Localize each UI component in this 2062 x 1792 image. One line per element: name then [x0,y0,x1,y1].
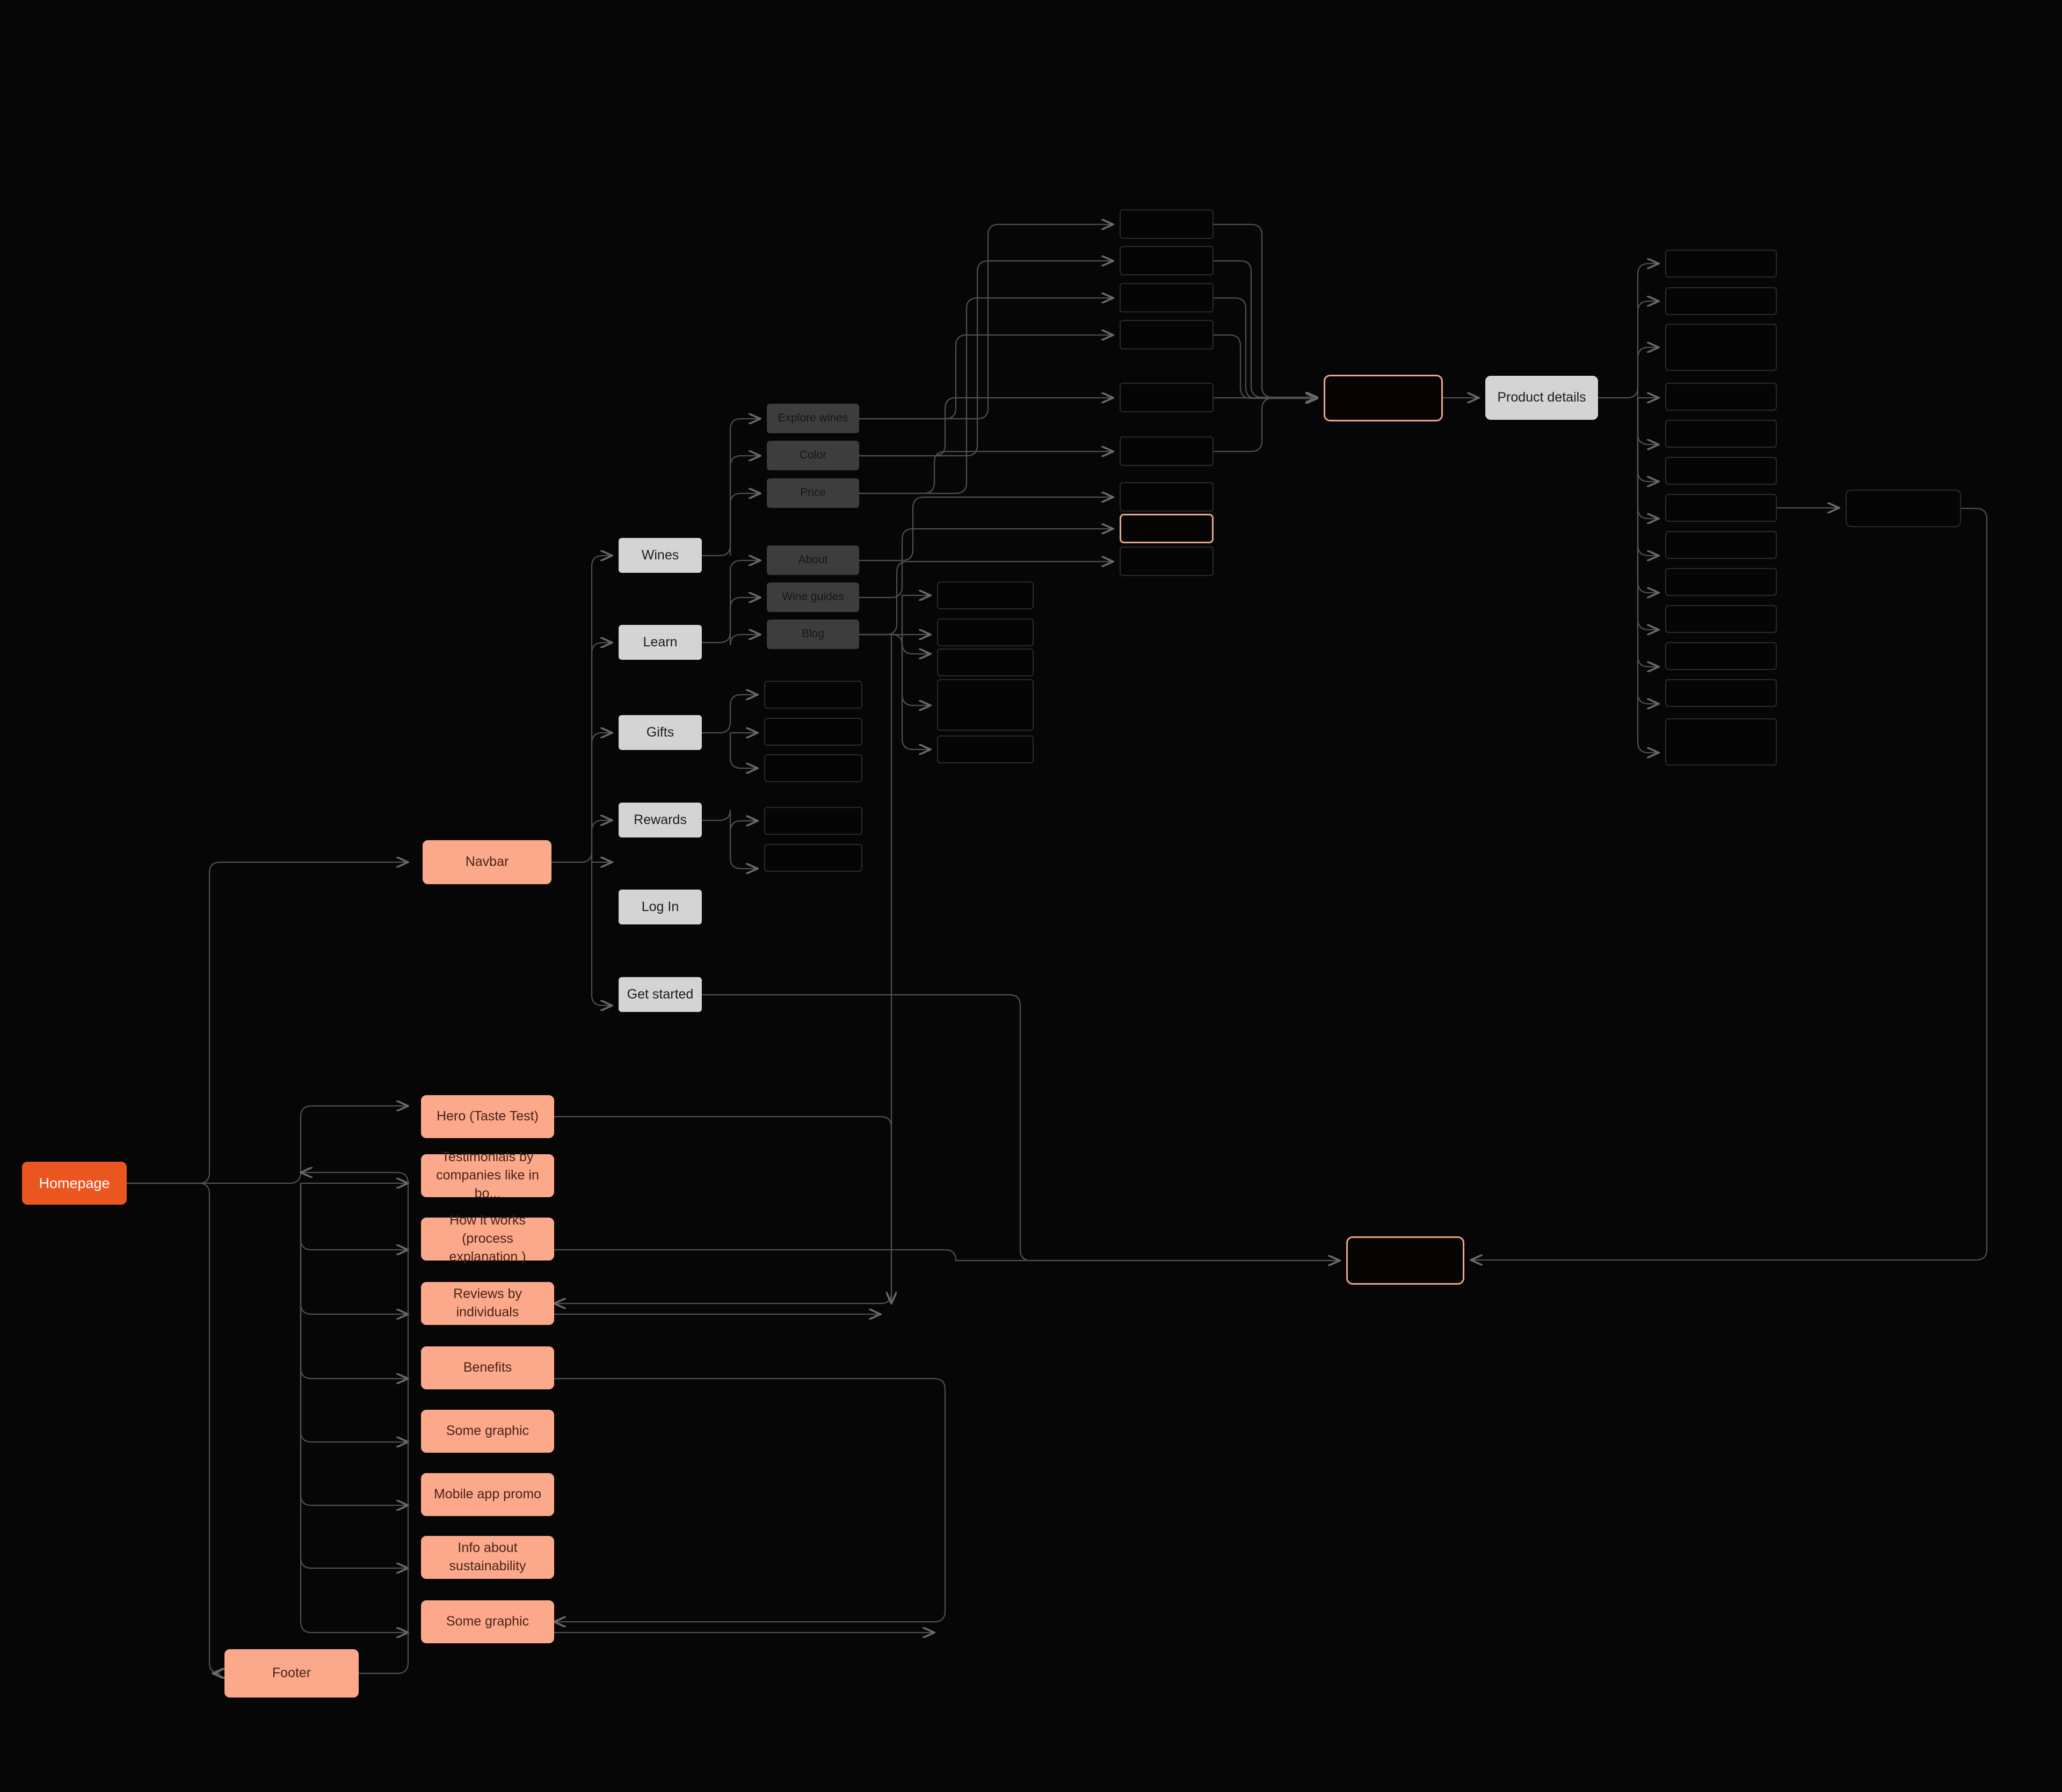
node-label: Wine guides [782,591,844,603]
node-homepage[interactable]: Homepage [22,1162,127,1205]
node-label: About [798,553,828,566]
node-label: Some graphic [446,1614,529,1629]
node-empty-right-3[interactable] [1665,324,1777,371]
node-empty-gift-2[interactable] [764,718,862,746]
node-empty-gift-3[interactable] [764,754,862,782]
node-empty-top-5[interactable] [1120,383,1214,412]
node-label: Testimonials by companies like in bo... [436,1149,539,1201]
node-highlight-hub-2[interactable] [1346,1236,1464,1285]
node-empty-right-10[interactable] [1665,605,1777,633]
node-empty-top-1[interactable] [1120,209,1214,239]
node-empty-gift-1[interactable] [764,681,862,709]
node-some-graphic-1[interactable]: Some graphic [421,1410,554,1453]
node-empty-blog-5[interactable] [937,735,1034,763]
node-benefits[interactable]: Benefits [421,1346,554,1389]
node-empty-top-7[interactable] [1120,482,1214,512]
node-label: Hero (Taste Test) [437,1109,539,1124]
node-how-it-works[interactable]: How it works (process explanation ) [421,1213,554,1264]
node-empty-right-5[interactable] [1665,420,1777,448]
node-product-details[interactable]: Product details [1485,376,1598,420]
node-highlight-top-8[interactable] [1120,514,1214,543]
node-label: Learn [643,634,678,650]
node-about[interactable]: About [767,545,859,575]
node-label: Homepage [39,1175,110,1191]
node-color[interactable]: Color [767,441,859,470]
node-wine-guides[interactable]: Wine guides [767,582,859,612]
node-label: Color [799,449,827,462]
node-label: Info about sustainability [449,1540,526,1574]
node-empty-right-7[interactable] [1665,494,1777,522]
node-label: Reviews by individuals [453,1286,522,1320]
node-empty-right-13[interactable] [1665,718,1777,766]
node-label: Navbar [465,854,509,870]
node-empty-blog-1[interactable] [937,581,1034,609]
node-hero[interactable]: Hero (Taste Test) [421,1095,554,1138]
node-label: Gifts [646,724,674,740]
node-label: How it works (process explanation ) [449,1213,526,1264]
node-empty-blog-2[interactable] [937,618,1034,646]
node-some-graphic-2[interactable]: Some graphic [421,1600,554,1643]
node-rewards[interactable]: Rewards [619,803,702,837]
node-empty-top-2[interactable] [1120,246,1214,275]
node-get-started[interactable]: Get started [619,977,702,1012]
node-empty-right-2[interactable] [1665,287,1777,315]
node-empty-top-9[interactable] [1120,547,1214,576]
node-empty-right-11[interactable] [1665,642,1777,670]
node-gifts[interactable]: Gifts [619,715,702,750]
node-label: Blog [801,628,825,640]
node-empty-right-8[interactable] [1665,531,1777,559]
node-empty-top-4[interactable] [1120,320,1214,349]
node-blog[interactable]: Blog [767,620,859,649]
node-footer[interactable]: Footer [224,1649,359,1698]
node-label: Explore wines [778,412,848,425]
node-price[interactable]: Price [767,478,859,508]
node-label: Product details [1497,390,1586,405]
node-reviews[interactable]: Reviews by individuals [421,1282,554,1325]
node-label: Mobile app promo [433,1487,542,1502]
node-empty-right-6[interactable] [1665,457,1777,485]
node-label: Some graphic [446,1423,529,1439]
node-sustainability[interactable]: Info about sustainability [421,1536,554,1579]
node-empty-reward-2[interactable] [764,844,862,872]
node-empty-right-9[interactable] [1665,568,1777,596]
node-label: Footer [272,1665,311,1681]
node-highlight-hub-1[interactable] [1324,375,1443,421]
node-empty-right-4[interactable] [1665,383,1777,411]
node-explore-wines[interactable]: Explore wines [767,404,859,433]
node-testimonials[interactable]: Testimonials by companies like in bo... [421,1149,554,1201]
node-mobile-app-promo[interactable]: Mobile app promo [421,1473,554,1516]
node-empty-blog-3[interactable] [937,649,1034,676]
node-navbar[interactable]: Navbar [423,840,551,884]
sitemap-canvas: Homepage Navbar Footer Wines Learn Gifts… [0,0,2062,1792]
node-label: Price [800,486,826,499]
node-label: Get started [627,986,694,1002]
node-label: Wines [641,547,679,563]
node-learn[interactable]: Learn [619,625,702,660]
node-label: Benefits [463,1360,512,1375]
node-empty-reward-1[interactable] [764,807,862,835]
node-label: Log In [641,899,679,914]
node-empty-blog-4[interactable] [937,679,1034,731]
node-wines[interactable]: Wines [619,538,702,573]
node-empty-top-6[interactable] [1120,436,1214,466]
node-empty-right-12[interactable] [1665,679,1777,707]
node-empty-top-3[interactable] [1120,283,1214,312]
node-empty-far-right[interactable] [1846,490,1961,527]
node-label: Rewards [634,812,687,827]
node-login[interactable]: Log In [619,890,702,924]
node-empty-right-1[interactable] [1665,250,1777,278]
